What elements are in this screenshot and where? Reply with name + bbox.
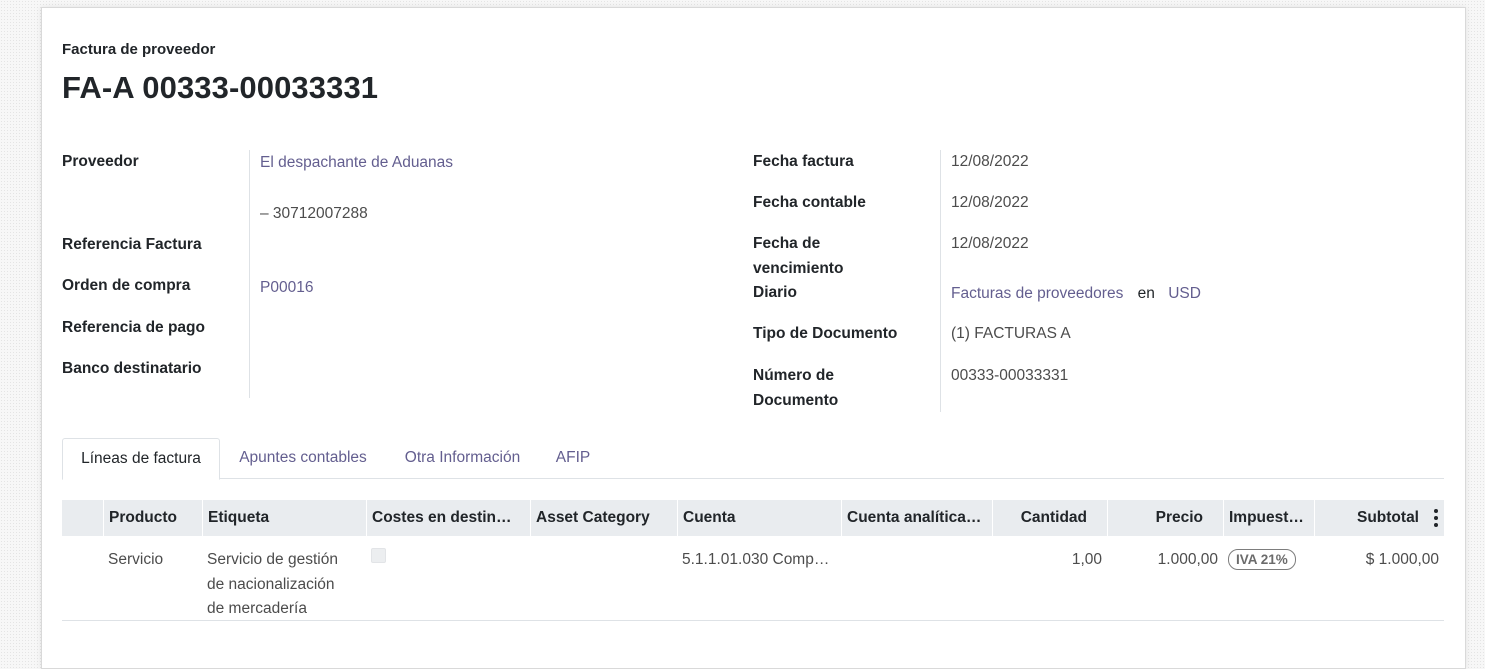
row-etiqueta-line3: de mercadería bbox=[207, 600, 307, 617]
tax-badge: IVA 21% bbox=[1228, 549, 1296, 570]
row-subtotal: $ 1.000,00 bbox=[1365, 551, 1439, 568]
tab-otra-informacion[interactable]: Otra Información bbox=[394, 438, 531, 478]
header-impuestos[interactable]: Impuest… bbox=[1223, 500, 1314, 536]
proveedor-link[interactable]: El despachante de Aduanas bbox=[260, 151, 453, 175]
invoice-form-sheet: Factura de proveedor FA-A 00333-00033331… bbox=[41, 7, 1466, 669]
numero-documento-label-line2: Documento bbox=[753, 391, 839, 409]
banco-destinatario-label: Banco destinatario bbox=[62, 360, 202, 377]
header-costes-destino[interactable]: Costes en destin… bbox=[366, 500, 530, 536]
diario-label: Diario bbox=[753, 284, 797, 301]
diario-en-text: en bbox=[1137, 285, 1155, 302]
fecha-vencimiento-value[interactable]: 12/08/2022 bbox=[951, 232, 1029, 256]
header-cuenta[interactable]: Cuenta bbox=[677, 500, 841, 536]
row-cuenta[interactable]: 5.1.1.01.030 Comp… bbox=[677, 548, 841, 573]
row-etiqueta[interactable]: Servicio de gestión de nacionalización d… bbox=[202, 548, 366, 622]
row-etiqueta-line2: de nacionalización bbox=[207, 575, 335, 593]
header-cantidad[interactable]: Cantidad bbox=[992, 500, 1107, 536]
header-etiqueta[interactable]: Etiqueta bbox=[202, 500, 366, 536]
header-producto[interactable]: Producto bbox=[103, 500, 202, 536]
header-precio[interactable]: Precio bbox=[1107, 500, 1223, 536]
left-column-separator bbox=[249, 150, 250, 398]
numero-documento-label-line1: Número de bbox=[753, 367, 834, 384]
currency-link[interactable]: USD bbox=[1168, 285, 1201, 302]
fecha-factura-value[interactable]: 12/08/2022 bbox=[951, 150, 1029, 174]
orden-compra-link[interactable]: P00016 bbox=[260, 276, 313, 300]
optional-columns-kebab-icon[interactable] bbox=[1434, 509, 1438, 527]
fecha-vencimiento-label-line1: Fecha de bbox=[753, 235, 821, 252]
tab-apuntes-contables[interactable]: Apuntes contables bbox=[226, 438, 380, 478]
row-impuestos[interactable]: IVA 21% bbox=[1223, 548, 1314, 573]
referencia-pago-label: Referencia de pago bbox=[62, 319, 205, 336]
invoice-number-title: FA-A 00333-00033331 bbox=[62, 70, 379, 105]
invoice-lines-header: Producto Etiqueta Costes en destin… Asse… bbox=[62, 500, 1444, 536]
header-cuenta-analitica[interactable]: Cuenta analítica… bbox=[841, 500, 992, 536]
row-cantidad[interactable]: 1,00 bbox=[992, 548, 1107, 573]
table-row[interactable]: Servicio Servicio de gestión de nacional… bbox=[62, 542, 1444, 621]
row-etiqueta-line1: Servicio de gestión bbox=[207, 551, 338, 568]
tab-lineas-factura[interactable]: Líneas de factura bbox=[62, 438, 220, 480]
row-producto[interactable]: Servicio bbox=[103, 548, 202, 573]
proveedor-label: Proveedor bbox=[62, 153, 139, 170]
fecha-contable-value[interactable]: 12/08/2022 bbox=[951, 191, 1029, 215]
orden-compra-label: Orden de compra bbox=[62, 277, 191, 294]
header-subtotal[interactable]: Subtotal bbox=[1314, 500, 1444, 536]
header-handle-column bbox=[62, 500, 103, 536]
diario-link[interactable]: Facturas de proveedores bbox=[951, 285, 1123, 302]
row-costes-destino-checkbox[interactable] bbox=[371, 548, 386, 563]
form-subtitle: Factura de proveedor bbox=[62, 41, 216, 58]
fecha-vencimiento-label-line2: vencimiento bbox=[753, 259, 844, 277]
tipo-documento-label: Tipo de Documento bbox=[753, 325, 898, 342]
tipo-documento-value: (1) FACTURAS A bbox=[951, 325, 1071, 342]
referencia-factura-label: Referencia Factura bbox=[62, 236, 202, 253]
diario-value: Facturas de proveedores en USD bbox=[951, 282, 1201, 306]
proveedor-vat: – 30712007288 bbox=[260, 205, 368, 222]
fecha-factura-label: Fecha factura bbox=[753, 153, 854, 170]
numero-documento-label: Número de Documento bbox=[753, 364, 838, 413]
fecha-vencimiento-label: Fecha de vencimiento bbox=[753, 232, 843, 281]
header-asset-category[interactable]: Asset Category bbox=[530, 500, 677, 536]
fecha-contable-label: Fecha contable bbox=[753, 194, 866, 211]
row-precio[interactable]: 1.000,00 bbox=[1107, 548, 1223, 573]
tab-bar-line bbox=[62, 478, 1444, 479]
numero-documento-value: 00333-00033331 bbox=[951, 367, 1069, 384]
right-column-separator bbox=[940, 150, 941, 412]
tab-afip[interactable]: AFIP bbox=[545, 438, 601, 478]
